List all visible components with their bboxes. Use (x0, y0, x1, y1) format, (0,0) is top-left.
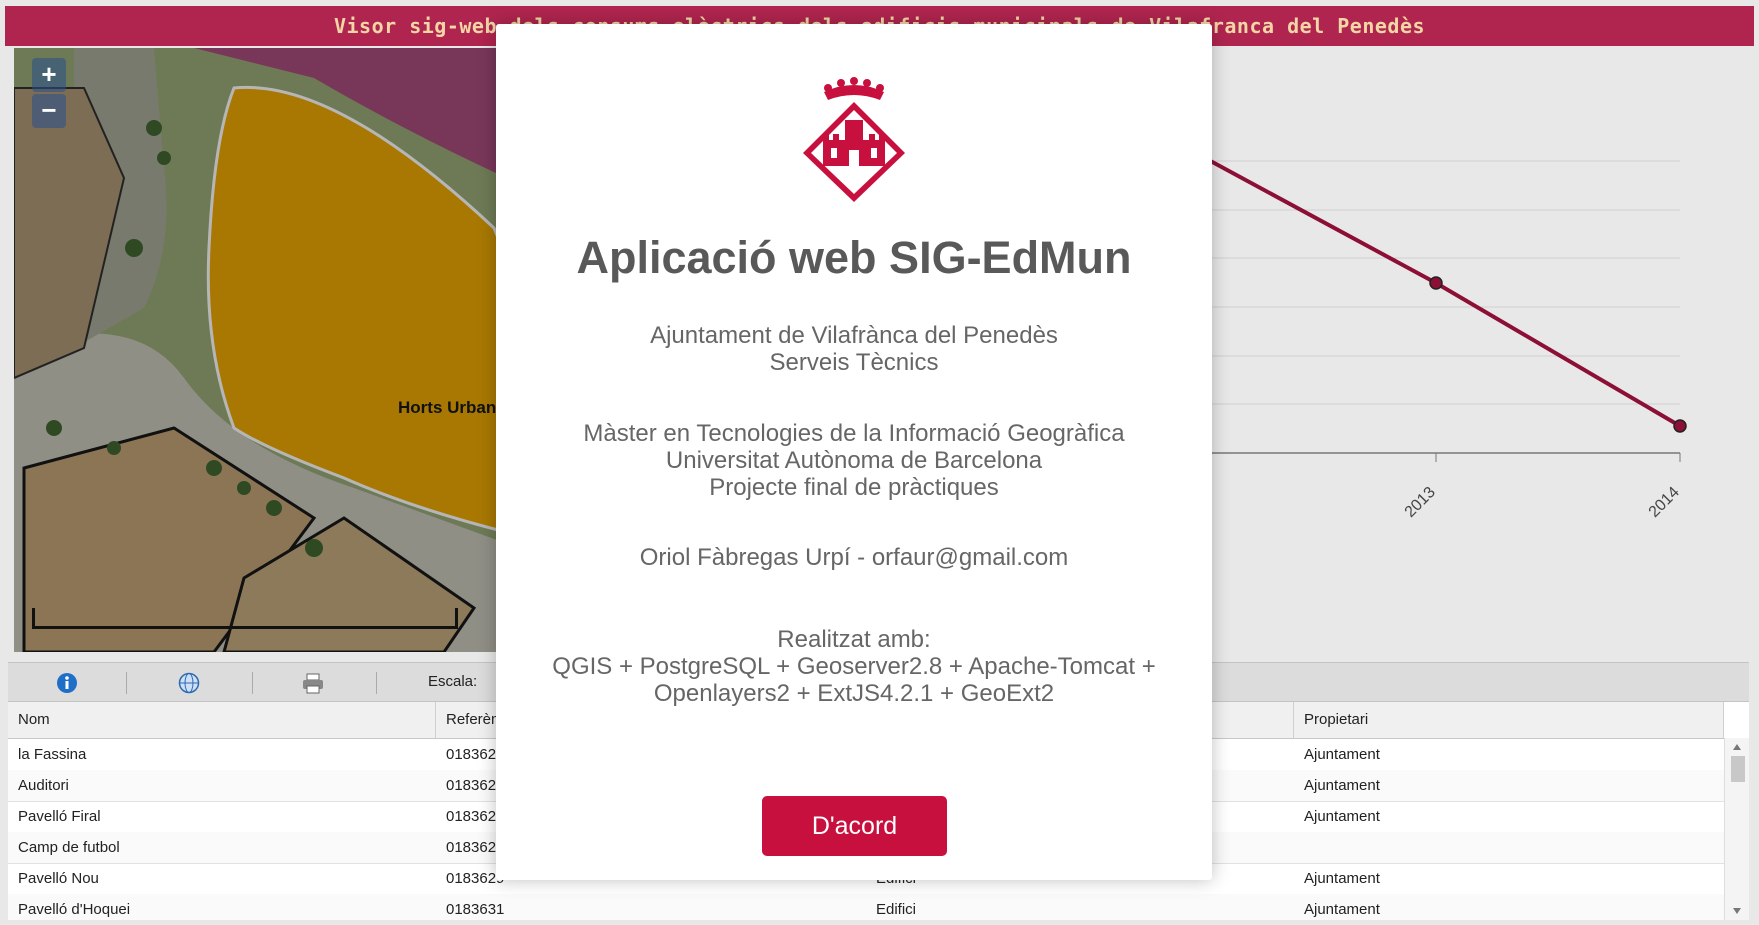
organization-line: Serveis Tècnics (769, 349, 939, 376)
academic-line: Màster en Tecnologies de la Informació G… (583, 420, 1125, 447)
built-with-line: Realitzat amb: (777, 626, 931, 653)
author-line: Oriol Fàbregas Urpí - orfaur@gmail.com (639, 544, 1069, 571)
about-dialog: Aplicació web SIG-EdMun Ajuntament de Vi… (496, 24, 1212, 880)
academic-line: Projecte final de pràctiques (709, 474, 999, 501)
modal-overlay: Aplicació web SIG-EdMun Ajuntament de Vi… (0, 0, 1759, 925)
academic-block: Màster en Tecnologies de la Informació G… (496, 420, 1212, 501)
municipal-coat-of-arms-logo (803, 77, 905, 202)
organization-block: Ajuntament de Vilafrànca del Penedès Ser… (496, 322, 1212, 376)
built-with-block: Realitzat amb: QGIS + PostgreSQL + Geose… (496, 626, 1212, 707)
built-with-line: QGIS + PostgreSQL + Geoserver2.8 + Apach… (552, 653, 1156, 680)
ok-button[interactable]: D'acord (762, 796, 947, 856)
academic-line: Universitat Autònoma de Barcelona (665, 447, 1043, 474)
built-with-line: Openlayers2 + ExtJS4.2.1 + GeoExt2 (653, 680, 1055, 707)
dialog-title: Aplicació web SIG-EdMun (576, 232, 1132, 283)
organization-line: Ajuntament de Vilafrànca del Penedès (650, 322, 1058, 349)
